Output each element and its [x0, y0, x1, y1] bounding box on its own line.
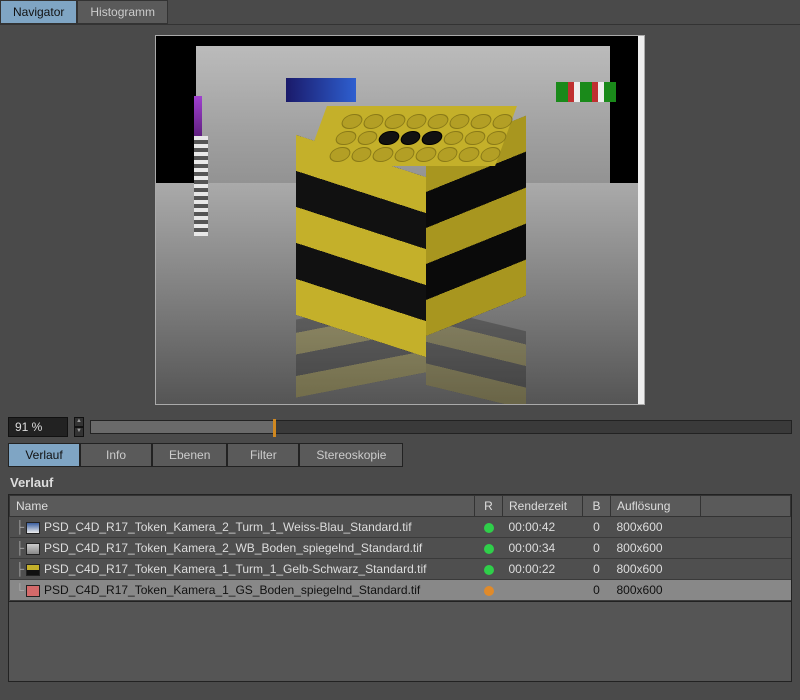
thumbnail-icon — [26, 585, 40, 597]
zoom-step-down-icon[interactable]: ▼ — [74, 427, 84, 437]
thumbnail-icon — [26, 543, 40, 555]
render-preview[interactable] — [155, 35, 645, 405]
tab-stereoskopie[interactable]: Stereoskopie — [299, 443, 403, 467]
col-header-resolution[interactable]: Auflösung — [611, 496, 701, 517]
file-name: PSD_C4D_R17_Token_Kamera_2_WB_Boden_spie… — [44, 541, 422, 555]
b-value: 0 — [583, 580, 611, 601]
zoom-value-field[interactable]: 91 % — [8, 417, 68, 437]
render-time — [503, 580, 583, 601]
status-dot-icon — [484, 565, 494, 575]
file-name: PSD_C4D_R17_Token_Kamera_2_Turm_1_Weiss-… — [44, 520, 412, 534]
zoom-slider[interactable] — [90, 420, 792, 434]
thumbnail-icon — [26, 564, 40, 576]
status-dot-icon — [484, 544, 494, 554]
render-time: 00:00:22 — [503, 559, 583, 580]
top-tabs: Navigator Histogramm — [0, 0, 800, 25]
render-history-table: Name R Renderzeit B Auflösung ├ PSD_C4D_R… — [8, 494, 792, 602]
thumbnail-icon — [26, 522, 40, 534]
col-header-rendertime[interactable]: Renderzeit — [503, 496, 583, 517]
table-row[interactable]: ├ PSD_C4D_R17_Token_Kamera_2_Turm_1_Weiss… — [10, 517, 791, 538]
render-time: 00:00:42 — [503, 517, 583, 538]
table-row[interactable]: ├ PSD_C4D_R17_Token_Kamera_2_WB_Boden_spi… — [10, 538, 791, 559]
render-preview-image — [156, 36, 644, 404]
file-name: PSD_C4D_R17_Token_Kamera_1_Turm_1_Gelb-S… — [44, 562, 426, 576]
table-row[interactable]: └ PSD_C4D_R17_Token_Kamera_1_GS_Boden_spi… — [10, 580, 791, 601]
preview-area — [0, 25, 800, 415]
resolution-value: 800x600 — [611, 559, 701, 580]
tree-branch-icon: ├ — [16, 541, 25, 555]
section-title: Verlauf — [0, 467, 800, 494]
table-empty-area[interactable] — [8, 602, 792, 682]
zoom-slider-fill — [91, 421, 273, 433]
panel-tabs: Verlauf Info Ebenen Filter Stereoskopie — [0, 443, 800, 467]
zoom-bar: 91 % ▲ ▼ — [0, 415, 800, 443]
tab-histogram[interactable]: Histogramm — [77, 0, 168, 24]
tree-branch-icon: ├ — [16, 520, 25, 534]
col-header-spacer — [701, 496, 791, 517]
resolution-value: 800x600 — [611, 538, 701, 559]
tab-navigator[interactable]: Navigator — [0, 0, 77, 24]
b-value: 0 — [583, 538, 611, 559]
tab-filter[interactable]: Filter — [227, 443, 299, 467]
b-value: 0 — [583, 559, 611, 580]
tab-info[interactable]: Info — [80, 443, 152, 467]
zoom-stepper[interactable]: ▲ ▼ — [74, 417, 84, 437]
col-header-b[interactable]: B — [583, 496, 611, 517]
tree-branch-icon: ├ — [16, 562, 25, 576]
col-header-name[interactable]: Name — [10, 496, 475, 517]
zoom-slider-thumb[interactable] — [273, 419, 276, 437]
table-header-row: Name R Renderzeit B Auflösung — [10, 496, 791, 517]
zoom-step-up-icon[interactable]: ▲ — [74, 417, 84, 427]
resolution-value: 800x600 — [611, 580, 701, 601]
status-dot-icon — [484, 586, 494, 596]
render-time: 00:00:34 — [503, 538, 583, 559]
preview-scroll-strip — [638, 36, 644, 404]
b-value: 0 — [583, 517, 611, 538]
col-header-r[interactable]: R — [475, 496, 503, 517]
tab-verlauf[interactable]: Verlauf — [8, 443, 80, 467]
status-dot-icon — [484, 523, 494, 533]
table-row[interactable]: ├ PSD_C4D_R17_Token_Kamera_1_Turm_1_Gelb-… — [10, 559, 791, 580]
file-name: PSD_C4D_R17_Token_Kamera_1_GS_Boden_spie… — [44, 583, 420, 597]
tab-ebenen[interactable]: Ebenen — [152, 443, 227, 467]
resolution-value: 800x600 — [611, 517, 701, 538]
tree-branch-icon: └ — [16, 583, 25, 597]
